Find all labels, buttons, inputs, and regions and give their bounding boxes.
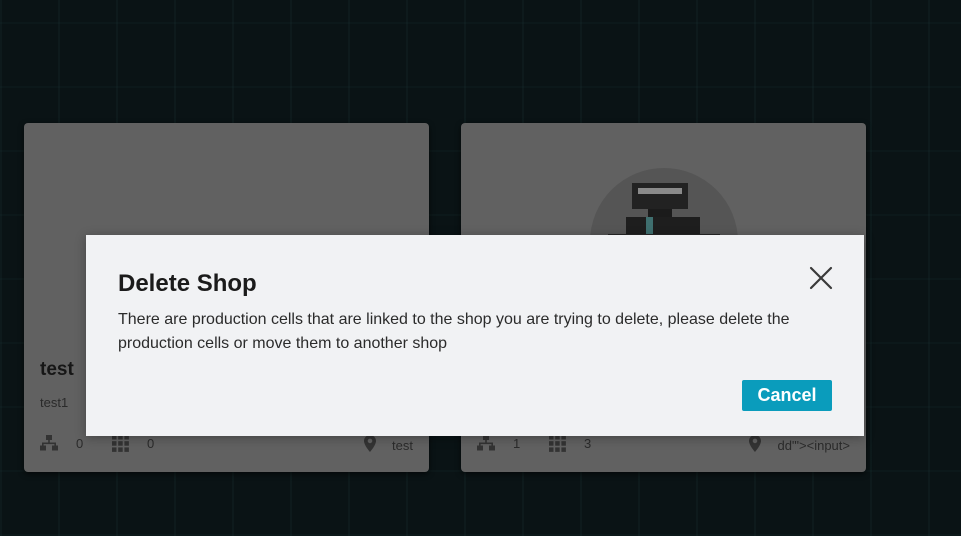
location: dd'"><input> [749,435,850,455]
cells-count: 3 [584,436,592,451]
location-pin-icon [749,435,762,455]
grid-icon [549,435,566,452]
hierarchy-icon [40,435,58,451]
location-label: test [392,437,413,453]
close-icon [809,266,833,295]
shop-name: test [40,359,74,380]
delete-shop-dialog: Delete Shop There are production cells t… [86,235,864,436]
location-label: dd'"><input> [777,437,850,453]
hierarchy-stat: 0 [40,435,83,451]
cancel-button[interactable]: Cancel [742,380,832,411]
cells-stat: 3 [549,435,591,452]
hierarchy-icon [477,435,495,451]
close-button[interactable] [806,265,836,295]
cells-stat: 0 [112,435,154,452]
hierarchy-count: 1 [513,435,521,451]
dialog-message: There are production cells that are link… [118,311,790,352]
cells-count: 0 [147,436,155,451]
location-pin-icon [364,435,377,455]
shop-code: test1 [40,395,69,410]
hierarchy-stat: 1 [477,435,520,451]
shop-card-footer: 0 0 test [40,435,413,457]
dialog-title: Delete Shop [118,270,257,297]
location: test [364,435,413,455]
shop-card-footer: 1 3 dd'"><input> [477,435,850,457]
hierarchy-count: 0 [76,435,84,451]
grid-icon [112,435,129,452]
